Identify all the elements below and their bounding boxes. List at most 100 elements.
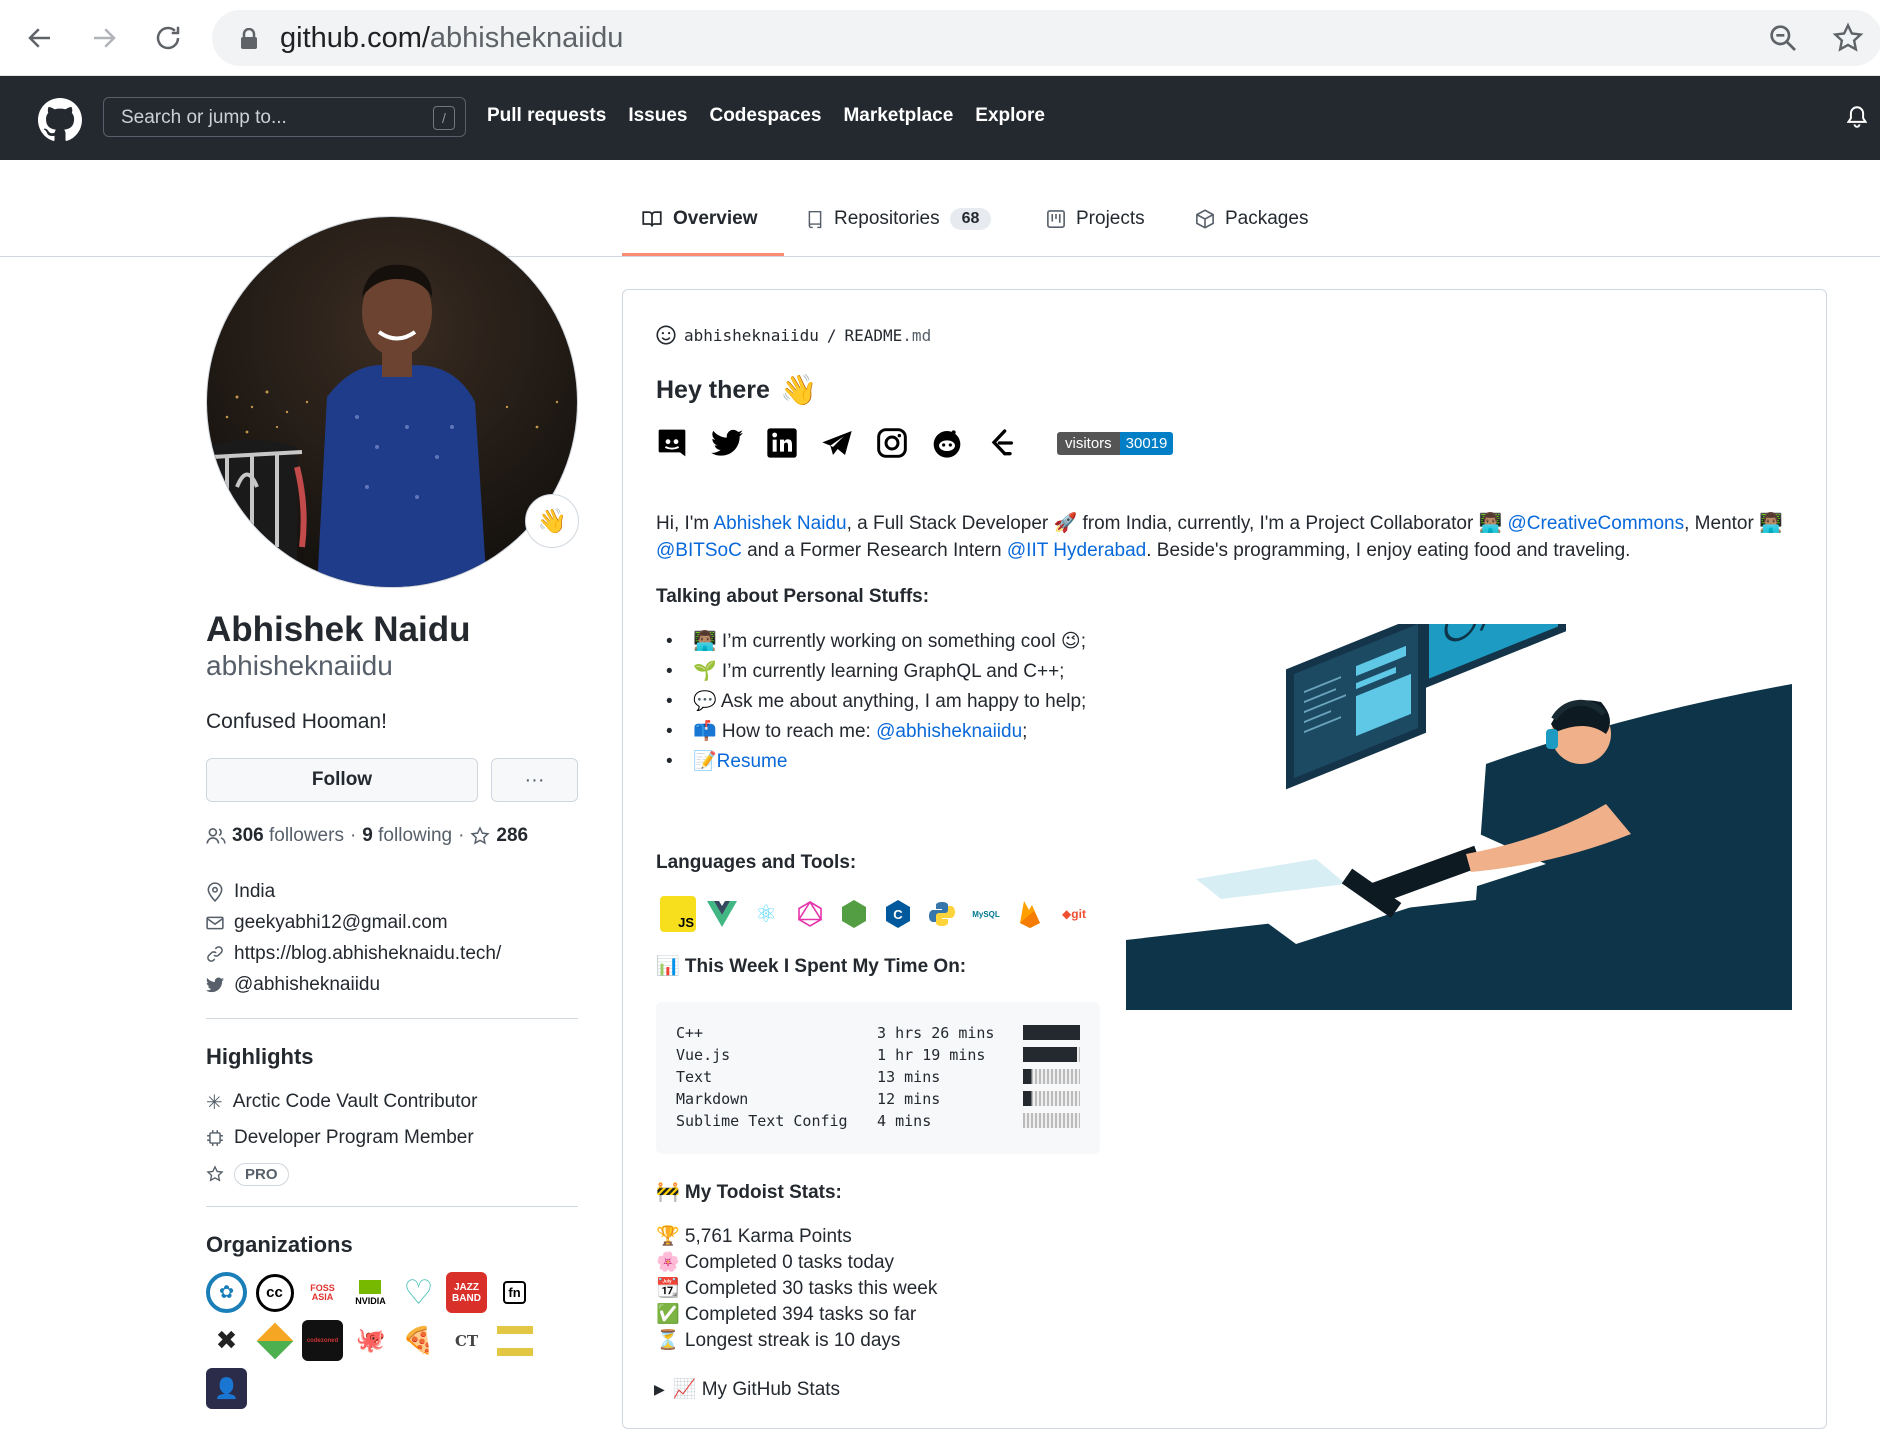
follow-button[interactable]: Follow (206, 758, 478, 802)
telegram-icon[interactable] (821, 429, 853, 457)
readme-greeting: Hey there 👋 (656, 374, 818, 407)
tab-projects[interactable]: Projects (1046, 208, 1145, 230)
stars-count[interactable]: 286 (496, 825, 528, 847)
status-wave-icon[interactable]: 👋 (525, 494, 579, 548)
firebase-icon (1012, 896, 1048, 932)
todoist-heading: 🚧 My Todoist Stats: (656, 1182, 842, 1203)
bookmark-star-icon[interactable] (1832, 22, 1864, 54)
twitter-row[interactable]: @abhisheknaiidu (206, 969, 501, 1000)
github-stats-toggle[interactable]: ▶ 📈 My GitHub Stats (654, 1377, 840, 1401)
todoist-row: 🌸 Completed 0 tasks today (656, 1252, 895, 1273)
website-row[interactable]: https://blog.abhisheknaidu.tech/ (206, 938, 501, 969)
org-avatar[interactable]: 👤 (206, 1368, 247, 1409)
graphql-icon (792, 896, 828, 932)
email-row[interactable]: geekyabhi12@gmail.com (206, 907, 501, 938)
back-icon[interactable] (20, 18, 60, 58)
org-avatar[interactable]: FOSS ASIA (302, 1272, 343, 1313)
star-icon (470, 826, 491, 845)
org-avatar[interactable] (254, 1320, 295, 1361)
wakatime-bar (1022, 1069, 1080, 1084)
tab-repositories[interactable]: Repositories 68 (806, 208, 992, 230)
highlights-list: ✳ Arctic Code Vault Contributor Develope… (206, 1084, 477, 1192)
address-bar[interactable]: github.com/abhisheknaiidu (212, 10, 1880, 66)
org-avatar[interactable]: NVIDIA (350, 1272, 391, 1313)
personal-bullets: 👨🏽‍💻 I’m currently working on something … (666, 628, 1106, 778)
star-icon (206, 1165, 224, 1182)
tab-overview[interactable]: Overview (641, 208, 758, 230)
list-item: 🌱 I’m currently learning GraphQL and C++… (666, 658, 1106, 685)
readme-path-user[interactable]: abhisheknaiidu (684, 326, 819, 345)
nav-pull-requests[interactable]: Pull requests (487, 105, 606, 127)
repo-icon (808, 210, 822, 229)
wakatime-bar (1022, 1047, 1080, 1062)
vcard-details: India geekyabhi12@gmail.com https://blog… (206, 876, 501, 1000)
org-avatar[interactable]: fn (494, 1272, 535, 1313)
wakatime-row: Text 13 mins (676, 1066, 1080, 1088)
reload-icon[interactable] (148, 18, 188, 58)
follow-stats: 306 followers · 9 following · 286 (206, 825, 528, 847)
nav-issues[interactable]: Issues (628, 105, 687, 127)
twitter-icon[interactable] (711, 429, 743, 457)
cpu-icon (207, 1130, 223, 1146)
git-icon: ◆git (1062, 907, 1086, 921)
discord-icon[interactable] (656, 427, 688, 459)
disclosure-triangle-icon: ▶ (654, 1380, 665, 1397)
zoom-icon[interactable] (1767, 22, 1799, 54)
org-avatar[interactable]: ♡ (398, 1272, 439, 1313)
creativecommons-link[interactable]: @CreativeCommons (1508, 513, 1685, 534)
lock-icon (241, 28, 257, 49)
notifications-bell-icon[interactable] (1847, 106, 1867, 128)
location-icon (207, 881, 223, 902)
book-icon (642, 211, 662, 227)
repositories-count: 68 (949, 208, 992, 230)
languages-heading: Languages and Tools: (656, 852, 857, 873)
more-options-button[interactable]: ··· (491, 758, 578, 802)
org-avatar[interactable]: codezoned (302, 1320, 343, 1361)
iit-hyderabad-link[interactable]: @IIT Hyderabad (1007, 540, 1146, 561)
search-shortcut-key: / (433, 106, 455, 130)
github-logo-icon[interactable] (38, 98, 82, 142)
org-avatar[interactable]: cc (254, 1272, 295, 1313)
wave-icon: 👋 (779, 374, 818, 407)
browser-toolbar: github.com/abhisheknaiidu (0, 0, 1880, 76)
todoist-row: ⏳ Longest streak is 10 days (656, 1330, 901, 1351)
org-avatar[interactable]: JAZZ BAND (446, 1272, 487, 1313)
project-icon (1047, 210, 1065, 228)
org-avatar[interactable]: ✖ (206, 1320, 247, 1361)
header-nav: Pull requests Issues Codespaces Marketpl… (487, 105, 1045, 127)
readme-path-file[interactable]: README (845, 326, 903, 345)
sidebar-divider (206, 1206, 578, 1207)
org-avatar[interactable]: 🍕 (398, 1320, 439, 1361)
org-avatar[interactable]: 🐙 (350, 1320, 391, 1361)
smiley-icon (656, 325, 676, 345)
reddit-icon[interactable] (931, 427, 963, 459)
nav-codespaces[interactable]: Codespaces (709, 105, 821, 127)
wakatime-bar (1022, 1025, 1080, 1040)
wakatime-stats: C++ 3 hrs 26 mins Vue.js 1 hr 19 mins Text… (656, 1002, 1100, 1154)
resume-link[interactable]: Resume (717, 751, 788, 772)
followers-link[interactable]: 306 followers (232, 825, 344, 847)
instagram-icon[interactable] (876, 427, 908, 459)
org-avatar[interactable] (494, 1320, 535, 1361)
bitsoc-link[interactable]: @BITSoC (656, 540, 742, 561)
org-avatar[interactable]: CT (446, 1320, 487, 1361)
cplusplus-icon: C (880, 896, 916, 932)
following-link[interactable]: 9 following (362, 825, 452, 847)
leetcode-icon[interactable] (986, 427, 1018, 459)
nav-marketplace[interactable]: Marketplace (843, 105, 953, 127)
highlight-arctic: ✳ Arctic Code Vault Contributor (206, 1091, 478, 1114)
todoist-stats: 🏆 5,761 Karma Points 🌸 Completed 0 tasks… (656, 1224, 937, 1354)
tab-packages[interactable]: Packages (1195, 208, 1308, 230)
visitors-badge: visitors 30019 (1057, 431, 1174, 455)
reach-me-link[interactable]: @abhisheknaiidu (876, 721, 1022, 742)
avatar[interactable] (206, 216, 578, 588)
active-tab-indicator (622, 253, 784, 256)
list-item: 📝Resume (666, 748, 1106, 775)
search-input[interactable]: Search or jump to... / (103, 97, 466, 137)
nav-explore[interactable]: Explore (975, 105, 1045, 127)
forward-icon[interactable] (84, 18, 124, 58)
name-link[interactable]: Abhishek Naidu (713, 513, 846, 534)
linkedin-icon[interactable] (766, 427, 798, 459)
readme-path: abhisheknaiidu / README.md (656, 325, 931, 345)
org-avatar[interactable]: ✿ (206, 1272, 247, 1313)
